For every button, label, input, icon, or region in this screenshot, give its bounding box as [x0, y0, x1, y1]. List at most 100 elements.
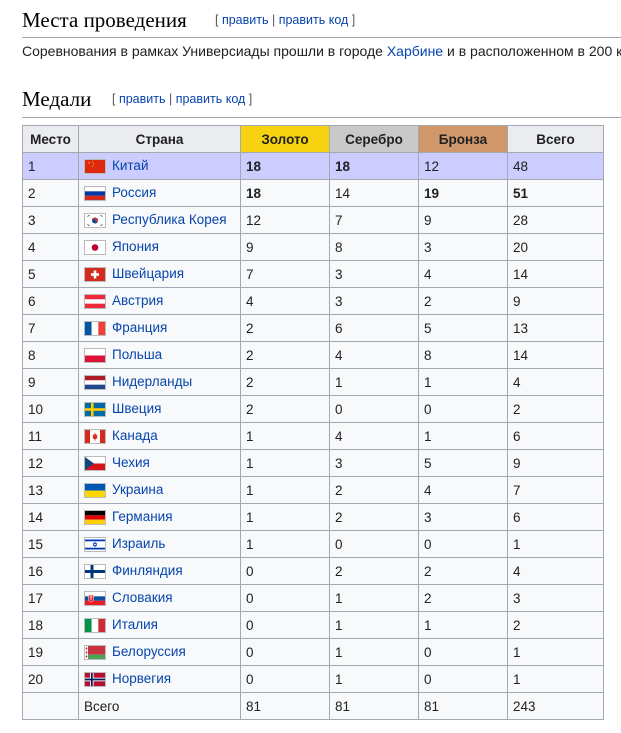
flag-it-icon[interactable] — [84, 617, 106, 633]
country-link[interactable]: Франция — [112, 320, 167, 335]
country-cell: Австрия — [78, 287, 241, 315]
total-gold: 81 — [240, 692, 330, 720]
harbin-link[interactable]: Харбине — [387, 43, 443, 59]
bronze-cell: 8 — [418, 341, 508, 369]
table-row: 6 Австрия 4 3 2 9 — [22, 287, 604, 315]
country-link[interactable]: Нидерланды — [112, 374, 192, 389]
total-cell: 51 — [507, 179, 604, 207]
flag-nl-icon[interactable] — [84, 374, 106, 390]
total-cell: 1 — [507, 530, 604, 558]
total-cell: 7 — [507, 476, 604, 504]
header-silver[interactable]: Серебро — [329, 125, 419, 153]
rank-cell: 13 — [22, 476, 79, 504]
bronze-cell: 4 — [418, 476, 508, 504]
country-link[interactable]: Чехия — [112, 455, 150, 470]
country-link[interactable]: Швейцария — [112, 266, 184, 281]
country-cell: Белоруссия — [78, 638, 241, 666]
flag-pl-icon[interactable] — [84, 347, 106, 363]
country-link[interactable]: Израиль — [112, 536, 165, 551]
rank-cell: 16 — [22, 557, 79, 585]
header-bronze[interactable]: Бронза — [418, 125, 508, 153]
country-link[interactable]: Германия — [112, 509, 173, 524]
country-cell: Франция — [78, 314, 241, 342]
total-total: 243 — [507, 692, 604, 720]
rank-cell: 14 — [22, 503, 79, 531]
bronze-cell: 12 — [418, 152, 508, 180]
bronze-cell: 2 — [418, 287, 508, 315]
country-cell: Швеция — [78, 395, 241, 423]
country-link[interactable]: Украина — [112, 482, 163, 497]
silver-cell: 1 — [329, 665, 419, 693]
country-link[interactable]: Финляндия — [112, 563, 183, 578]
bronze-cell: 2 — [418, 557, 508, 585]
flag-ua-icon[interactable] — [84, 482, 106, 498]
flag-il-icon[interactable] — [84, 536, 106, 552]
flag-fi-icon[interactable] — [84, 563, 106, 579]
edit-links: [ править | править код ] — [215, 13, 356, 27]
flag-sk-icon[interactable] — [84, 590, 106, 606]
total-cell: 4 — [507, 368, 604, 396]
country-link[interactable]: Австрия — [112, 293, 163, 308]
country-cell: Япония — [78, 233, 241, 261]
header-rank[interactable]: Место — [22, 125, 79, 153]
rank-cell: 4 — [22, 233, 79, 261]
table-row: 8 Польша 2 4 8 14 — [22, 341, 604, 369]
flag-at-icon[interactable] — [84, 293, 106, 309]
gold-cell: 0 — [240, 638, 330, 666]
edit-link[interactable]: править — [222, 13, 269, 27]
silver-cell: 4 — [329, 341, 419, 369]
country-link[interactable]: Япония — [112, 239, 159, 254]
country-link[interactable]: Белоруссия — [112, 644, 186, 659]
flag-cn-icon[interactable] — [84, 158, 106, 174]
flag-cz-icon[interactable] — [84, 455, 106, 471]
header-gold[interactable]: Золото — [240, 125, 330, 153]
silver-cell: 1 — [329, 611, 419, 639]
country-link[interactable]: Республика Корея — [112, 212, 227, 227]
flag-de-icon[interactable] — [84, 509, 106, 525]
rank-cell: 15 — [22, 530, 79, 558]
flag-no-icon[interactable] — [84, 671, 106, 687]
country-link[interactable]: Канада — [112, 428, 158, 443]
gold-cell: 0 — [240, 557, 330, 585]
gold-cell: 2 — [240, 368, 330, 396]
edit-code-link[interactable]: править код — [176, 92, 246, 106]
silver-cell: 1 — [329, 584, 419, 612]
header-country[interactable]: Страна — [78, 125, 241, 153]
country-link[interactable]: Норвегия — [112, 671, 171, 686]
bronze-cell: 0 — [418, 395, 508, 423]
rank-cell: 10 — [22, 395, 79, 423]
rank-cell: 6 — [22, 287, 79, 315]
table-row: 2 Россия 18 14 19 51 — [22, 179, 604, 207]
country-link[interactable]: Словакия — [112, 590, 173, 605]
section-title: Медали — [22, 87, 92, 111]
rank-cell: 2 — [22, 179, 79, 207]
gold-cell: 4 — [240, 287, 330, 315]
country-link[interactable]: Китай — [112, 158, 149, 173]
gold-cell: 1 — [240, 503, 330, 531]
section-heading-medals: Медали [ править | править код ] — [22, 85, 621, 118]
gold-cell: 18 — [240, 152, 330, 180]
flag-jp-icon[interactable] — [84, 239, 106, 255]
country-link[interactable]: Польша — [112, 347, 162, 362]
flag-se-icon[interactable] — [84, 401, 106, 417]
country-link[interactable]: Россия — [112, 185, 156, 200]
section-title: Места проведения — [22, 8, 187, 32]
country-cell: Словакия — [78, 584, 241, 612]
edit-link[interactable]: править — [119, 92, 166, 106]
venues-paragraph: Соревнования в рамках Универсиады прошли… — [22, 43, 621, 59]
flag-ch-icon[interactable] — [84, 266, 106, 282]
country-link[interactable]: Швеция — [112, 401, 162, 416]
edit-code-link[interactable]: править код — [279, 13, 349, 27]
flag-kr-icon[interactable] — [84, 212, 106, 228]
flag-fr-icon[interactable] — [84, 320, 106, 336]
silver-cell: 3 — [329, 287, 419, 315]
silver-cell: 7 — [329, 206, 419, 234]
flag-by-icon[interactable] — [84, 644, 106, 660]
header-total[interactable]: Всего — [507, 125, 604, 153]
country-link[interactable]: Италия — [112, 617, 158, 632]
total-cell: 4 — [507, 557, 604, 585]
flag-ca-icon[interactable] — [84, 428, 106, 444]
country-cell: Республика Корея — [78, 206, 241, 234]
flag-ru-icon[interactable] — [84, 185, 106, 201]
country-cell: Норвегия — [78, 665, 241, 693]
